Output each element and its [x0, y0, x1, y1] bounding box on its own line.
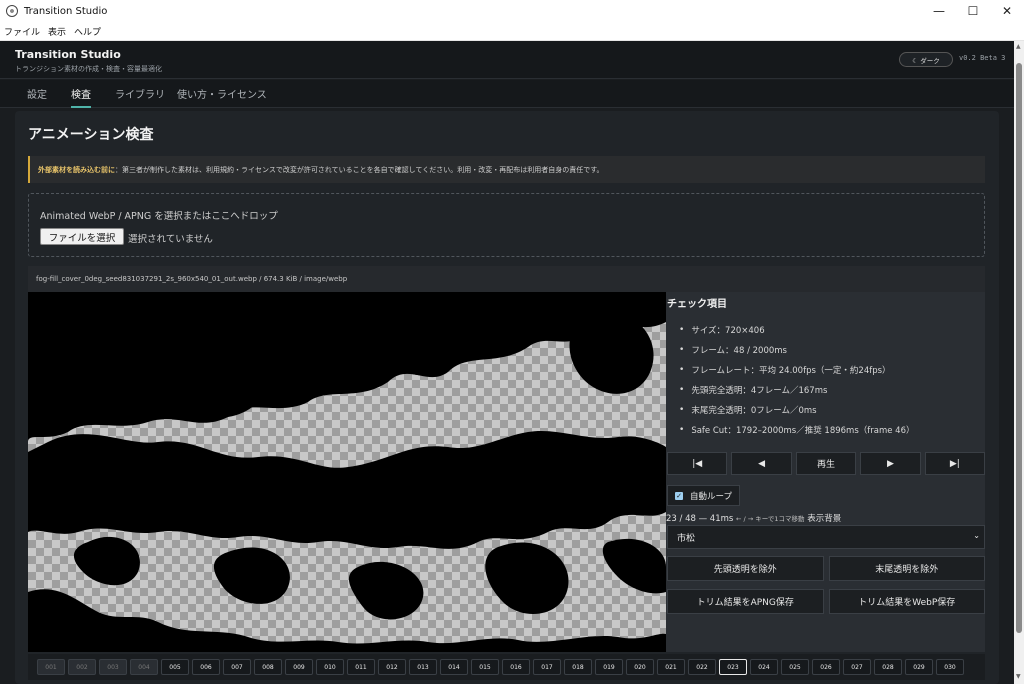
scroll-down-icon[interactable]: ▼: [1016, 673, 1021, 680]
next-frame-button[interactable]: ▶: [860, 452, 921, 475]
frame-chip[interactable]: 006: [192, 659, 220, 675]
frame-chip[interactable]: 028: [874, 659, 902, 675]
frame-chip[interactable]: 020: [626, 659, 654, 675]
frame-chip[interactable]: 025: [781, 659, 809, 675]
chevron-down-icon: ⌄: [973, 531, 980, 540]
frame-chip[interactable]: 001: [37, 659, 65, 675]
close-button[interactable]: ✕: [990, 0, 1024, 22]
tab-bar: 設定 検査 ライブラリ 使い方・ライセンス: [0, 80, 1014, 108]
file-info-bar: fog-fill_cover_0deg_seed831037291_2s_960…: [28, 266, 985, 292]
frame-chip[interactable]: 027: [843, 659, 871, 675]
tab-settings[interactable]: 設定: [27, 86, 47, 101]
check-tail-transparent: 末尾完全透明：0フレーム／0ms: [679, 400, 914, 420]
app-icon: [6, 5, 18, 17]
frame-position: 23 / 48 — 41ms: [666, 514, 734, 524]
frame-status: 23 / 48 — 41ms ← / → キーで1コマ移動 表示背景: [666, 512, 841, 524]
auto-loop-toggle[interactable]: ✓ 自動ループ: [667, 485, 740, 506]
remove-tail-transparent-button[interactable]: 末尾透明を除外: [828, 556, 985, 581]
notice-strong: 外部素材を読み込む前に: [38, 165, 115, 174]
trim-row: 先頭透明を除外 末尾透明を除外: [667, 556, 985, 581]
menu-bar: ファイル 表示 ヘルプ: [0, 22, 1024, 41]
notice-text: ：第三者が制作した素材は、利用規約・ライセンスで改変が許可されていることを各自で…: [115, 165, 604, 174]
frame-chip[interactable]: 011: [347, 659, 375, 675]
background-select[interactable]: 市松 ⌄: [667, 525, 985, 549]
menu-file[interactable]: ファイル: [0, 25, 44, 38]
license-notice: 外部素材を読み込む前に ：第三者が制作した素材は、利用規約・ライセンスで改変が許可…: [28, 156, 985, 183]
dropzone-label: Animated WebP / APNG を選択またはここへドロップ: [40, 211, 278, 222]
menu-help[interactable]: ヘルプ: [70, 25, 105, 38]
first-frame-button[interactable]: |◀: [667, 452, 728, 475]
frame-chip[interactable]: 023: [719, 659, 747, 675]
brand-title: Transition Studio: [15, 48, 121, 61]
menu-view[interactable]: 表示: [44, 25, 70, 38]
frame-chip[interactable]: 029: [905, 659, 933, 675]
background-select-value: 市松: [677, 533, 696, 544]
scroll-up-icon[interactable]: ▲: [1016, 43, 1021, 50]
play-button[interactable]: 再生: [795, 452, 857, 475]
background-label: 表示背景: [807, 514, 842, 524]
frame-chip[interactable]: 010: [316, 659, 344, 675]
frame-chip[interactable]: 009: [285, 659, 313, 675]
frame-chip[interactable]: 004: [130, 659, 158, 675]
frame-chip[interactable]: 024: [750, 659, 778, 675]
tab-library[interactable]: ライブラリ: [115, 86, 165, 101]
frame-chip[interactable]: 026: [812, 659, 840, 675]
save-webp-button[interactable]: トリム結果をWebP保存: [828, 589, 985, 614]
remove-head-transparent-button[interactable]: 先頭透明を除外: [667, 556, 824, 581]
check-title: チェック項目: [667, 299, 727, 310]
checkbox-icon[interactable]: ✓: [675, 491, 683, 500]
save-apng-button[interactable]: トリム結果をAPNG保存: [667, 589, 824, 614]
check-head-transparent: 先頭完全透明：4フレーム／167ms: [679, 380, 914, 400]
save-row: トリム結果をAPNG保存 トリム結果をWebP保存: [667, 589, 985, 614]
frame-chip[interactable]: 022: [688, 659, 716, 675]
tab-usage-license[interactable]: 使い方・ライセンス: [177, 86, 267, 101]
prev-frame-button[interactable]: ◀: [731, 452, 792, 475]
check-list: サイズ：720×406 フレーム：48 / 2000ms フレームレート：平均 …: [679, 320, 914, 440]
frame-chip[interactable]: 007: [223, 659, 251, 675]
frame-filmstrip: 001 002 003 004 005 006 007 008 009 010 011 012 013 0…: [28, 654, 985, 680]
scrollbar-thumb[interactable]: [1016, 63, 1022, 633]
frame-chip[interactable]: 030: [936, 659, 964, 675]
last-frame-button[interactable]: ▶|: [924, 452, 986, 475]
fog-frame-image: [28, 292, 666, 652]
check-frames: フレーム：48 / 2000ms: [679, 340, 914, 360]
minimize-button[interactable]: —: [922, 0, 956, 22]
check-safe-cut: Safe Cut：1792–2000ms／推奨 1896ms（frame 46）: [679, 420, 914, 440]
animation-preview: [28, 292, 666, 652]
maximize-button[interactable]: ☐: [956, 0, 990, 22]
version-label: v0.2 Beta 3: [959, 54, 1006, 62]
frame-chip[interactable]: 005: [161, 659, 189, 675]
check-sidebar: チェック項目 サイズ：720×406 フレーム：48 / 2000ms フレーム…: [666, 292, 986, 652]
playback-controls: |◀ ◀ 再生 ▶ ▶|: [667, 452, 986, 475]
app-header: Transition Studio トランジション素材の作成・検査・容量最適化 …: [0, 41, 1014, 79]
window-title: Transition Studio: [24, 5, 108, 17]
inspect-panel: アニメーション検査 外部素材を読み込む前に ：第三者が制作した素材は、利用規約・ラ…: [15, 111, 999, 684]
keyboard-hint: ← / → キーで1コマ移動: [736, 515, 805, 523]
app-root: Transition Studio トランジション素材の作成・検査・容量最適化 …: [0, 41, 1014, 684]
theme-toggle-button[interactable]: ☾ ダーク: [899, 52, 953, 67]
frame-chip[interactable]: 008: [254, 659, 282, 675]
page-title: アニメーション検査: [28, 127, 154, 143]
frame-chip[interactable]: 014: [440, 659, 468, 675]
frame-chip[interactable]: 016: [502, 659, 530, 675]
check-size: サイズ：720×406: [679, 320, 914, 340]
frame-chip[interactable]: 003: [99, 659, 127, 675]
frame-chip[interactable]: 018: [564, 659, 592, 675]
frame-chip[interactable]: 015: [471, 659, 499, 675]
frame-chip[interactable]: 002: [68, 659, 96, 675]
frame-chip[interactable]: 017: [533, 659, 561, 675]
frame-chip[interactable]: 013: [409, 659, 437, 675]
page-scrollbar[interactable]: ▲ ▼: [1014, 41, 1024, 684]
window-titlebar: Transition Studio — ☐ ✕: [0, 0, 1024, 22]
file-status: 選択されていません: [128, 234, 213, 245]
file-dropzone[interactable]: Animated WebP / APNG を選択またはここへドロップ ファイルを…: [28, 193, 985, 257]
tab-inspect[interactable]: 検査: [71, 86, 91, 108]
frame-chip[interactable]: 021: [657, 659, 685, 675]
brand-subtitle: トランジション素材の作成・検査・容量最適化: [15, 65, 162, 73]
check-framerate: フレームレート：平均 24.00fps（一定・約24fps）: [679, 360, 914, 380]
frame-chip[interactable]: 019: [595, 659, 623, 675]
frame-chip[interactable]: 012: [378, 659, 406, 675]
auto-loop-label: 自動ループ: [690, 491, 732, 502]
choose-file-button[interactable]: ファイルを選択: [40, 228, 124, 245]
